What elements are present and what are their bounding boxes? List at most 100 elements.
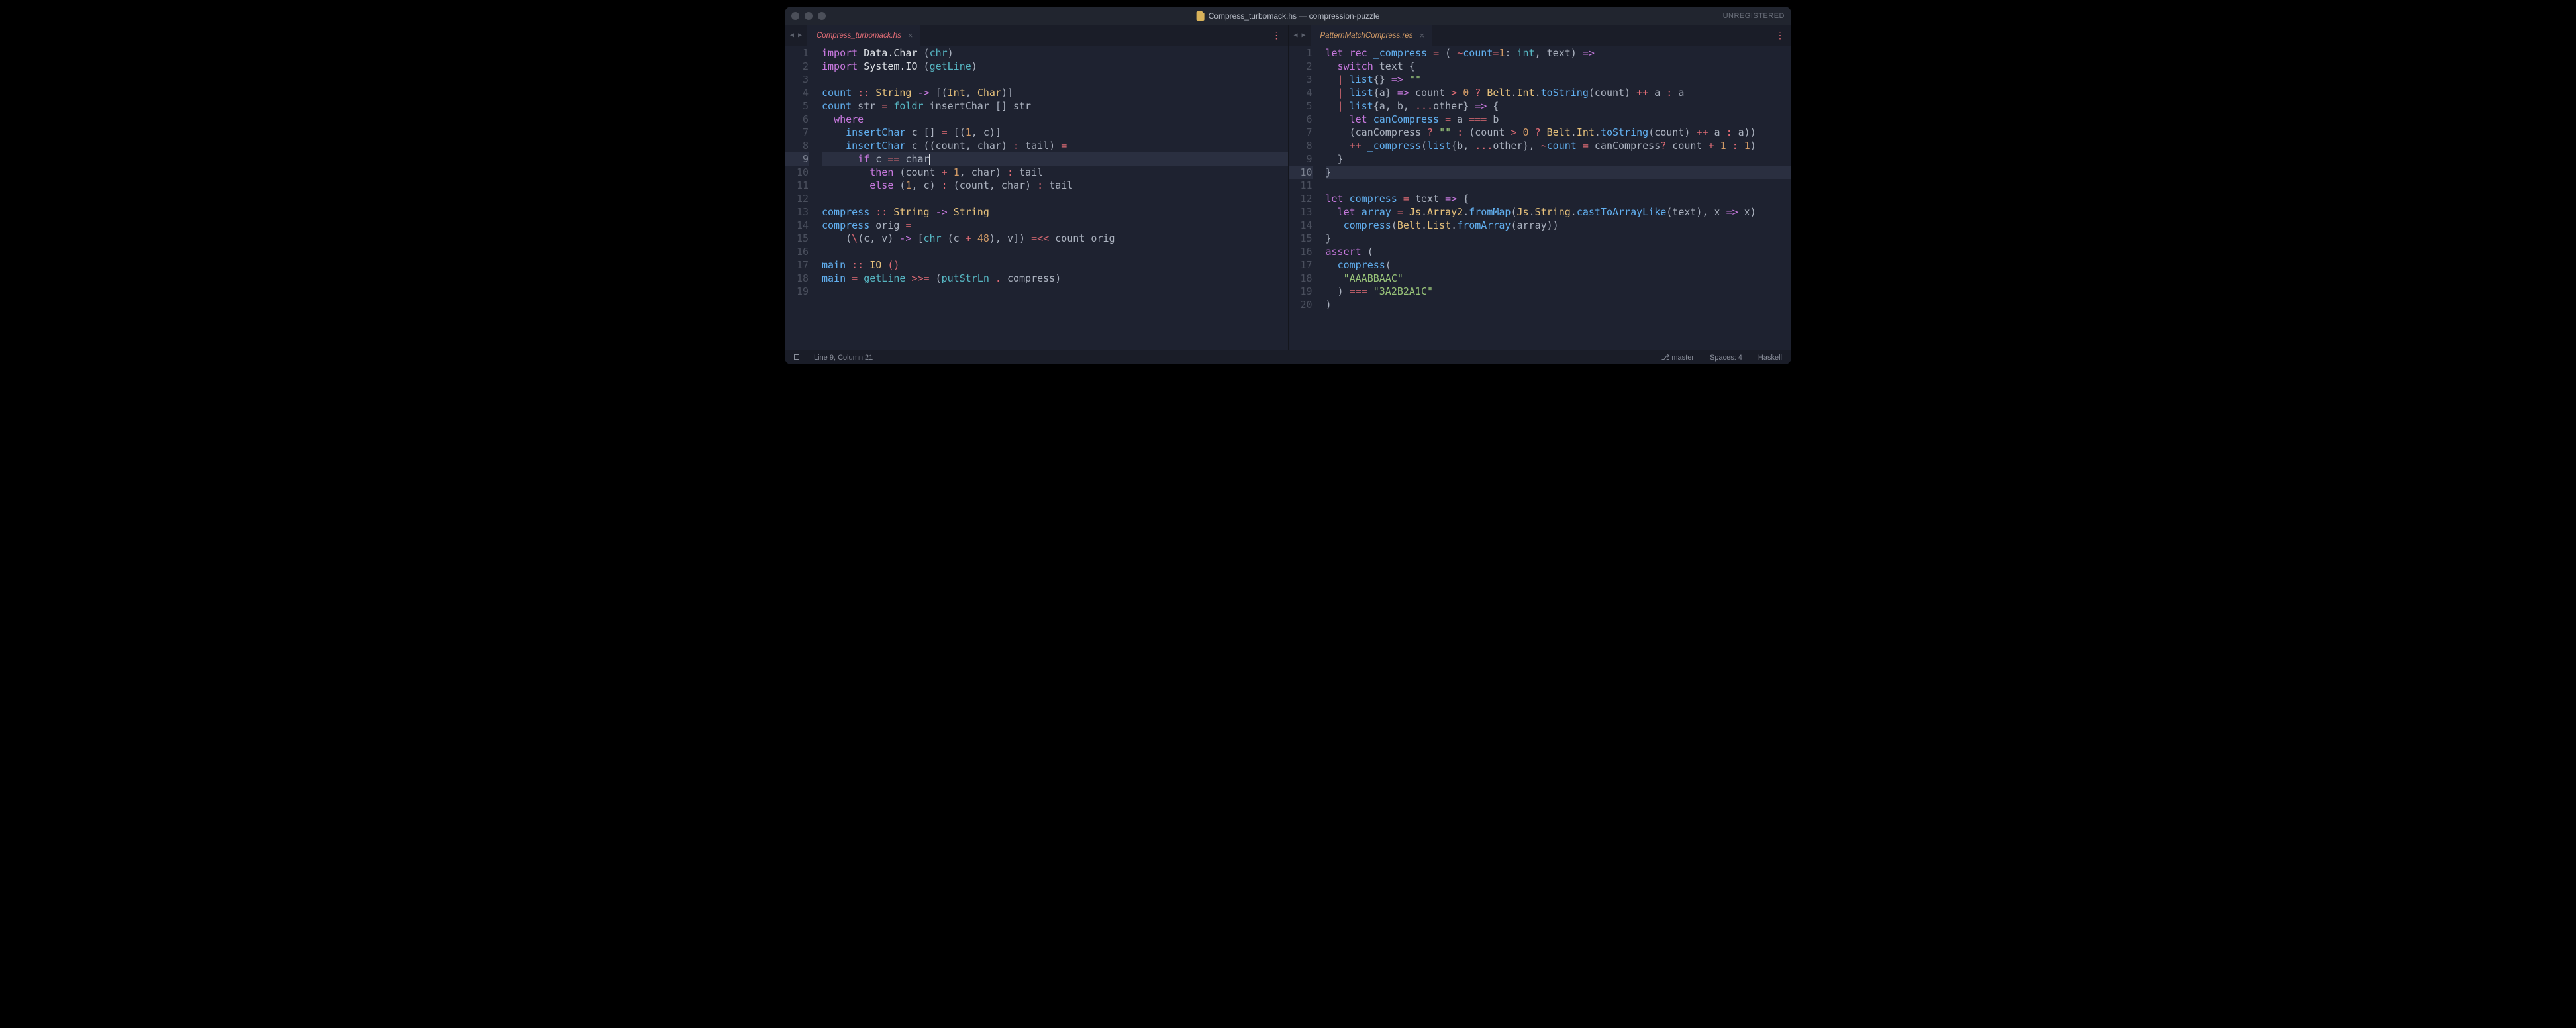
- code-line[interactable]: count :: String -> [(Int, Char)]: [822, 86, 1288, 99]
- status-spaces[interactable]: Spaces: 4: [1710, 354, 1742, 362]
- text-cursor: [929, 154, 930, 165]
- right-editor[interactable]: 1234567891011121314151617181920 let rec …: [1289, 46, 1792, 350]
- code-line[interactable]: import Data.Char (chr): [822, 46, 1288, 60]
- code-line[interactable]: ++ _compress(list{b, ...other}, ~count =…: [1326, 139, 1792, 152]
- line-number: 13: [785, 205, 809, 219]
- line-number: 9: [1289, 152, 1313, 166]
- nav-back-icon[interactable]: ◀: [1293, 32, 1299, 39]
- code-line[interactable]: main :: IO (): [822, 258, 1288, 272]
- left-tabbar: ◀ ▶ Compress_turbomack.hs × ⋮: [785, 25, 1288, 46]
- line-number: 7: [785, 126, 809, 139]
- code-line[interactable]: | list{a} => count > 0 ? Belt.Int.toStri…: [1326, 86, 1792, 99]
- code-line[interactable]: compress(: [1326, 258, 1792, 272]
- code-line[interactable]: }: [1326, 152, 1792, 166]
- line-number: 18: [1289, 272, 1313, 285]
- status-rect-icon[interactable]: [794, 354, 802, 362]
- code-line[interactable]: (canCompress ? "" : (count > 0 ? Belt.In…: [1326, 126, 1792, 139]
- code-line[interactable]: switch text {: [1326, 60, 1792, 73]
- line-number: 19: [785, 285, 809, 298]
- code-line[interactable]: count str = foldr insertChar [] str: [822, 99, 1288, 113]
- code-line[interactable]: insertChar c [] = [(1, c)]: [822, 126, 1288, 139]
- left-tab-label: Compress_turbomack.hs: [817, 32, 901, 40]
- editor-panes: ◀ ▶ Compress_turbomack.hs × ⋮ 1234567891…: [785, 25, 1791, 350]
- titlebar: Compress_turbomack.hs — compression-puzz…: [785, 7, 1791, 25]
- code-line[interactable]: compress orig =: [822, 219, 1288, 232]
- code-line[interactable]: }: [1326, 232, 1792, 245]
- line-number: 8: [1289, 139, 1313, 152]
- right-gutter: 1234567891011121314151617181920: [1289, 46, 1320, 350]
- code-line[interactable]: if c == char: [822, 152, 1288, 166]
- code-line[interactable]: let array = Js.Array2.fromMap(Js.String.…: [1326, 205, 1792, 219]
- code-line[interactable]: ) === "3A2B2A1C": [1326, 285, 1792, 298]
- status-syntax[interactable]: Haskell: [1758, 354, 1782, 362]
- code-line[interactable]: compress :: String -> String: [822, 205, 1288, 219]
- code-line[interactable]: [822, 73, 1288, 86]
- nav-back-icon[interactable]: ◀: [789, 32, 795, 39]
- line-number: 3: [785, 73, 809, 86]
- left-tab[interactable]: Compress_turbomack.hs ×: [807, 25, 920, 46]
- editor-window: Compress_turbomack.hs — compression-puzz…: [785, 7, 1791, 364]
- line-number: 11: [1289, 179, 1313, 192]
- nav-forward-icon[interactable]: ▶: [1301, 32, 1307, 39]
- tab-overflow-icon[interactable]: ⋮: [1265, 25, 1288, 46]
- line-number: 5: [785, 99, 809, 113]
- code-line[interactable]: let rec _compress = ( ~count=1: int, tex…: [1326, 46, 1792, 60]
- window-title-text: Compress_turbomack.hs — compression-puzz…: [1209, 11, 1380, 21]
- code-line[interactable]: }: [1326, 166, 1792, 179]
- code-line[interactable]: let compress = text => {: [1326, 192, 1792, 205]
- code-line[interactable]: _compress(Belt.List.fromArray(array)): [1326, 219, 1792, 232]
- code-line[interactable]: | list{a, b, ...other} => {: [1326, 99, 1792, 113]
- close-window-icon[interactable]: [791, 12, 799, 20]
- status-branch[interactable]: ⎇ master: [1661, 353, 1694, 362]
- minimize-window-icon[interactable]: [805, 12, 813, 20]
- line-number: 7: [1289, 126, 1313, 139]
- left-code[interactable]: import Data.Char (chr)import System.IO (…: [817, 46, 1288, 350]
- line-number: 6: [785, 113, 809, 126]
- line-number: 12: [785, 192, 809, 205]
- code-line[interactable]: [822, 245, 1288, 258]
- line-number: 20: [1289, 298, 1313, 311]
- code-line[interactable]: then (count + 1, char) : tail: [822, 166, 1288, 179]
- line-number: 10: [1289, 166, 1313, 179]
- left-editor[interactable]: 12345678910111213141516171819 import Dat…: [785, 46, 1288, 350]
- nav-forward-icon[interactable]: ▶: [797, 32, 803, 39]
- close-tab-icon[interactable]: ×: [1419, 30, 1424, 40]
- statusbar: Line 9, Column 21 ⎇ master Spaces: 4 Has…: [785, 350, 1791, 364]
- line-number: 2: [785, 60, 809, 73]
- code-line[interactable]: | list{} => "": [1326, 73, 1792, 86]
- code-line[interactable]: import System.IO (getLine): [822, 60, 1288, 73]
- code-line[interactable]: "AAABBAAC": [1326, 272, 1792, 285]
- right-tabbar: ◀ ▶ PatternMatchCompress.res × ⋮: [1289, 25, 1792, 46]
- zoom-window-icon[interactable]: [818, 12, 826, 20]
- code-line[interactable]: [1326, 179, 1792, 192]
- code-line[interactable]: assert (: [1326, 245, 1792, 258]
- line-number: 17: [785, 258, 809, 272]
- right-pane: ◀ ▶ PatternMatchCompress.res × ⋮ 1234567…: [1288, 25, 1792, 350]
- code-line[interactable]: main = getLine >>= (putStrLn . compress): [822, 272, 1288, 285]
- line-number: 4: [785, 86, 809, 99]
- status-cursor-position[interactable]: Line 9, Column 21: [814, 354, 873, 362]
- traffic-lights: [791, 12, 826, 20]
- code-line[interactable]: ): [1326, 298, 1792, 311]
- line-number: 5: [1289, 99, 1313, 113]
- code-line[interactable]: [822, 285, 1288, 298]
- tab-overflow-icon[interactable]: ⋮: [1769, 25, 1791, 46]
- line-number: 14: [785, 219, 809, 232]
- code-line[interactable]: (\(c, v) -> [chr (c + 48), v]) =<< count…: [822, 232, 1288, 245]
- code-line[interactable]: [822, 192, 1288, 205]
- line-number: 16: [785, 245, 809, 258]
- close-tab-icon[interactable]: ×: [908, 30, 913, 40]
- file-icon: [1197, 11, 1205, 21]
- right-tab[interactable]: PatternMatchCompress.res ×: [1311, 25, 1433, 46]
- code-line[interactable]: else (1, c) : (count, char) : tail: [822, 179, 1288, 192]
- line-number: 18: [785, 272, 809, 285]
- line-number: 9: [785, 152, 809, 166]
- line-number: 1: [1289, 46, 1313, 60]
- code-line[interactable]: insertChar c ((count, char) : tail) =: [822, 139, 1288, 152]
- right-nav-arrows: ◀ ▶: [1289, 25, 1311, 46]
- unregistered-label: UNREGISTERED: [1723, 12, 1785, 20]
- code-line[interactable]: where: [822, 113, 1288, 126]
- code-line[interactable]: let canCompress = a === b: [1326, 113, 1792, 126]
- left-nav-arrows: ◀ ▶: [785, 25, 807, 46]
- right-code[interactable]: let rec _compress = ( ~count=1: int, tex…: [1320, 46, 1792, 350]
